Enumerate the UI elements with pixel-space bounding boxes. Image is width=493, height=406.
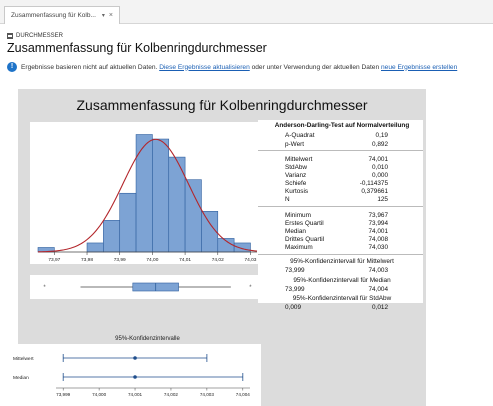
ad-value-0: 0,19: [375, 132, 388, 139]
ci-sd-low: 0,009: [285, 304, 301, 311]
ci-mean-low: 73,999: [285, 267, 305, 274]
outlier-marker: *: [249, 285, 252, 291]
desc-label-4: Kurtosis: [285, 188, 309, 195]
tab-label: Zusammenfassung für Kolb...: [11, 12, 96, 19]
ad-value-1: 0,892: [372, 141, 388, 148]
histogram-bar: [201, 211, 219, 253]
ci-plot-panel: Mittelwert Median 73,999 74,000 74,001 74,002…: [10, 344, 261, 406]
create-results-link[interactable]: neue Ergebnisse erstellen: [381, 64, 457, 71]
info-text-middle: oder unter Verwendung der aktuellen Date…: [251, 63, 380, 71]
x-tick-label: 73,98: [81, 257, 93, 263]
quant-value-4: 74,030: [368, 244, 388, 251]
ci-median-header: 95%-Konfidenzintervall für Median: [293, 277, 391, 284]
ci-x-tick-label: 74,003: [200, 392, 214, 397]
ad-header: Anderson-Darling-Test auf Normalverteilu…: [274, 122, 410, 129]
histogram-bar: [135, 134, 153, 253]
section-label: DURCHMESSER: [16, 33, 64, 39]
desc-label-1: StdAbw: [285, 164, 308, 171]
divider: [258, 254, 423, 255]
quant-label-0: Minimum: [285, 212, 311, 219]
tab-summary[interactable]: Zusammenfassung für Kolb... ▾ ×: [4, 6, 121, 24]
quant-label-4: Maximum: [285, 244, 313, 251]
histogram-bar: [152, 138, 170, 253]
x-tick-label: 74,00: [146, 257, 158, 263]
histogram-bar: [119, 192, 137, 253]
update-results-link[interactable]: Diese Ergebnisse aktualisieren: [159, 64, 250, 71]
chevron-down-icon[interactable]: ▾: [102, 13, 105, 19]
desc-value-0: 74,001: [368, 156, 388, 163]
ci-sd-high: 0,012: [372, 304, 388, 311]
desc-value-1: 0,010: [372, 164, 388, 171]
ci-point: [133, 375, 137, 379]
info-text-before: Ergebnisse basieren nicht auf aktuellen …: [21, 63, 158, 71]
ci-mean-high: 74,003: [368, 267, 388, 274]
boxplot-chart: * *: [43, 282, 252, 292]
divider: [258, 150, 423, 151]
x-tick-label: 74,02: [212, 257, 224, 263]
quant-label-3: Drittes Quartil: [285, 236, 325, 243]
histogram-bar: [103, 220, 121, 253]
ci-category-label: Median: [13, 375, 29, 381]
quant-value-1: 73,994: [368, 220, 388, 227]
histogram-chart: 73,97 73,98 73,99 74,00 74,01 74,02 74,03: [37, 134, 258, 263]
desc-label-3: Schiefe: [285, 180, 307, 187]
info-banner: ! Ergebnisse basieren nicht auf aktuelle…: [7, 62, 457, 72]
ci-median-low: 73,999: [285, 286, 305, 293]
quant-label-1: Erstes Quartil: [285, 220, 324, 227]
ci-x-tick-label: 74,002: [164, 392, 178, 397]
ci-x-tick-label: 74,000: [92, 392, 106, 397]
ci-x-tick-label: 74,004: [236, 392, 250, 397]
quant-value-0: 73,967: [368, 212, 388, 219]
histogram-bar: [184, 179, 202, 253]
divider: [258, 206, 423, 207]
quant-value-3: 74,008: [368, 236, 388, 243]
close-icon[interactable]: ×: [109, 12, 113, 19]
x-tick-label: 73,99: [114, 257, 126, 263]
desc-value-3: -0,114375: [359, 180, 388, 187]
x-tick-label: 73,97: [48, 257, 60, 263]
ci-median-high: 74,004: [368, 286, 388, 293]
section-header: DURCHMESSER: [7, 33, 63, 39]
x-tick-label: 74,01: [179, 257, 191, 263]
ci-chart: Mittelwert Median 73,999 74,000 74,001 74,002…: [13, 354, 250, 397]
info-icon: !: [7, 62, 17, 72]
ci-plot-title: 95%-Konfidenzintervalle: [115, 336, 180, 342]
desc-label-0: Mittelwert: [285, 156, 313, 163]
ad-label-1: p-Wert: [285, 141, 305, 148]
page-title: Zusammenfassung für Kolbenringdurchmesse…: [7, 41, 267, 55]
histogram-bar: [86, 242, 104, 253]
ci-x-tick-label: 73,999: [56, 392, 70, 397]
grid-icon: [7, 33, 13, 39]
ci-category-label: Mittelwert: [13, 356, 34, 362]
ci-point: [133, 356, 137, 360]
desc-value-4: 0,379661: [361, 188, 388, 195]
quant-value-2: 74,001: [368, 228, 388, 235]
x-tick-label: 74,03: [244, 257, 256, 263]
desc-value-5: 125: [377, 196, 388, 203]
desc-label-2: Varianz: [285, 172, 307, 179]
ad-label-0: A-Quadrat: [285, 132, 315, 139]
histogram-panel: 73,97 73,98 73,99 74,00 74,01 74,02 74,03: [30, 122, 265, 264]
desc-value-2: 0,000: [372, 172, 388, 179]
ci-x-tick-label: 74,001: [128, 392, 142, 397]
quant-label-2: Median: [285, 228, 306, 235]
boxplot-panel: * *: [30, 275, 265, 299]
report-title: Zusammenfassung für Kolbenringdurchmesse…: [76, 97, 368, 113]
desc-label-5: N: [285, 196, 290, 203]
outlier-marker: *: [43, 285, 46, 291]
ci-mean-header: 95%-Konfidenzintervall für Mittelwert: [290, 258, 394, 265]
ci-sd-header: 95%-Konfidenzintervall für StdAbw: [292, 295, 392, 302]
tab-bar: Zusammenfassung für Kolb... ▾ ×: [0, 0, 493, 24]
histogram-bar: [233, 242, 251, 253]
